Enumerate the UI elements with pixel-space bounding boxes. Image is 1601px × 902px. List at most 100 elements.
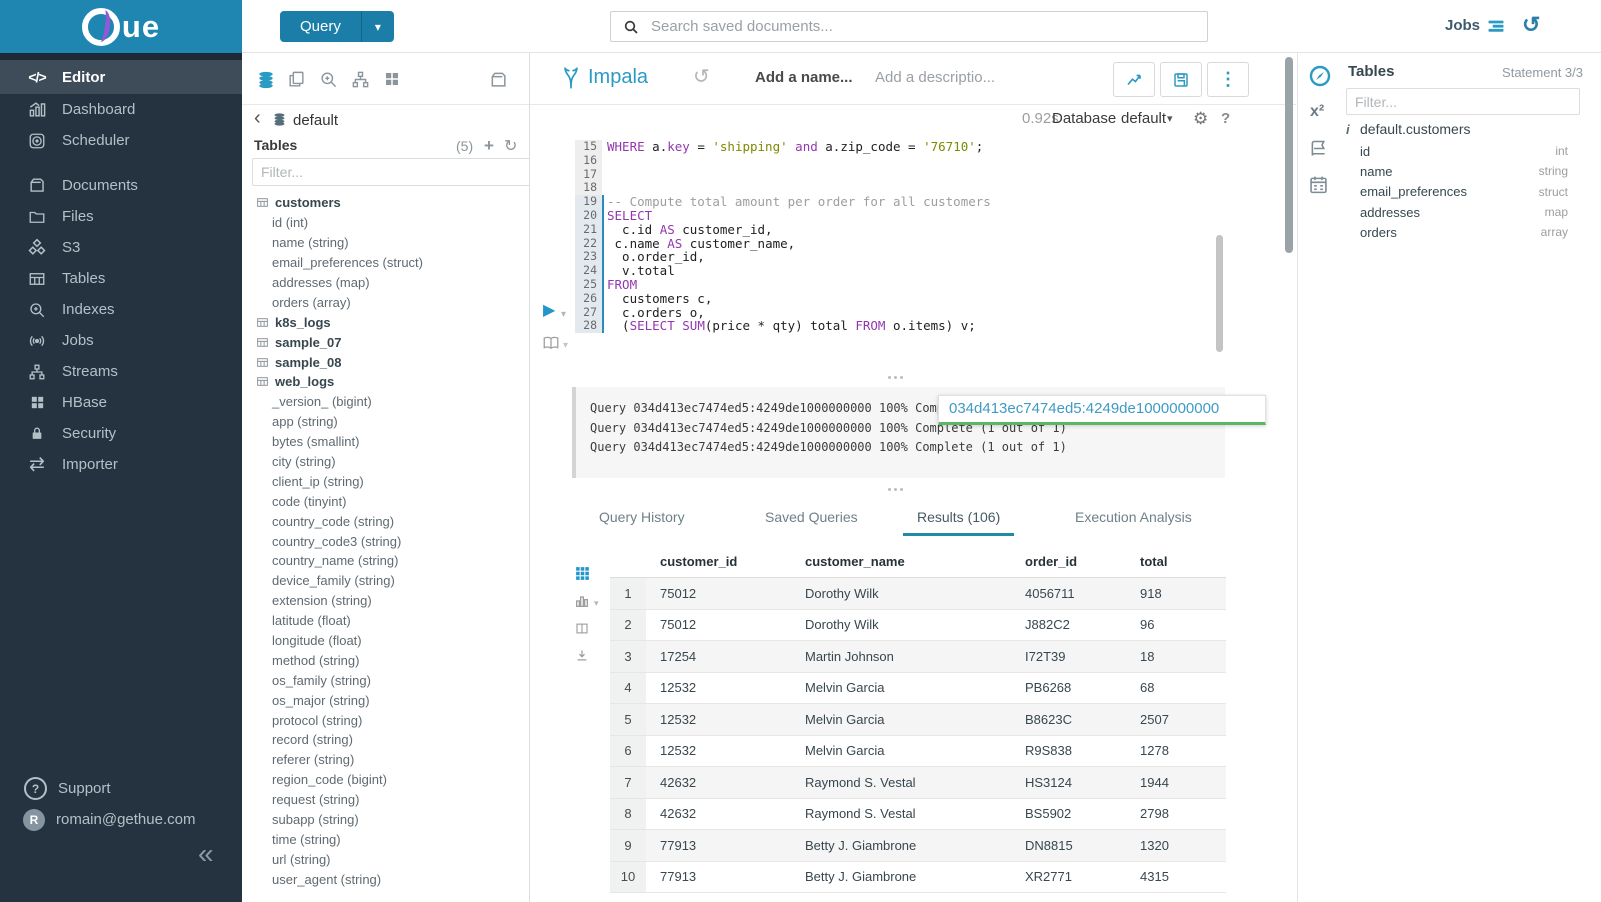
table-row[interactable]: 317254Martin JohnsonI72T3918	[610, 641, 1226, 673]
back-chevron-icon[interactable]: ‹	[254, 108, 261, 128]
database-selector[interactable]: default	[1121, 110, 1166, 127]
sidebar-item-streams[interactable]: Streams	[0, 356, 242, 387]
save-button[interactable]	[1160, 62, 1202, 97]
sidebar-item-security[interactable]: Security	[0, 418, 242, 449]
documents-assist-icon[interactable]	[287, 70, 306, 89]
sidebar-item-tables[interactable]: Tables	[0, 263, 242, 294]
execute-options-caret-icon[interactable]: ▾	[561, 309, 566, 320]
tree-column[interactable]: referer (string)	[242, 750, 529, 770]
tree-column[interactable]: name (string)	[242, 233, 529, 253]
user-account[interactable]: R romain@gethue.com	[0, 804, 242, 835]
add-table-icon[interactable]: +	[484, 136, 494, 156]
tab-saved-queries[interactable]: Saved Queries	[751, 505, 872, 533]
statement-indicator[interactable]: Statement 3/3	[1502, 65, 1583, 80]
tree-column[interactable]: _version_ (bigint)	[242, 392, 529, 412]
sidebar-item-files[interactable]: Files	[0, 201, 242, 232]
right-column-row[interactable]: ordersarray	[1346, 222, 1568, 242]
engine-title[interactable]: Impala	[588, 66, 648, 89]
database-caret-icon[interactable]: ▾	[1167, 112, 1173, 125]
language-reference-icon[interactable]	[1308, 138, 1329, 159]
breadcrumb-database[interactable]: default	[293, 112, 338, 129]
tree-column[interactable]: client_ip (string)	[242, 471, 529, 491]
collapse-sidebar-button[interactable]: «	[198, 840, 214, 868]
tree-column[interactable]: method (string)	[242, 650, 529, 670]
sitemap-assist-icon[interactable]	[351, 70, 370, 89]
presentation-caret-icon[interactable]: ▾	[563, 340, 568, 351]
tree-column[interactable]: time (string)	[242, 830, 529, 850]
sidebar-item-editor[interactable]: </>Editor	[0, 60, 242, 94]
code-editor[interactable]: WHERE a.key = 'shipping' and a.zip_code …	[607, 140, 1207, 333]
download-results-icon[interactable]	[574, 648, 590, 663]
tab-results-106-[interactable]: Results (106)	[903, 505, 1014, 536]
query-description-field[interactable]: Add a descriptio...	[875, 69, 995, 86]
query-caret-icon[interactable]: ▾	[361, 11, 394, 42]
tree-column[interactable]: id (int)	[242, 213, 529, 233]
right-column-row[interactable]: idint	[1346, 141, 1568, 161]
tree-table[interactable]: k8s_logs	[242, 312, 529, 332]
presentation-mode-icon[interactable]	[541, 334, 561, 352]
hue-logo[interactable]: ue	[0, 0, 242, 53]
table-row[interactable]: 742632Raymond S. VestalHS31241944	[610, 767, 1226, 799]
tree-column[interactable]: country_code3 (string)	[242, 531, 529, 551]
right-column-row[interactable]: addressesmap	[1346, 202, 1568, 222]
tree-column[interactable]: device_family (string)	[242, 571, 529, 591]
search-input[interactable]	[649, 17, 1207, 36]
table-row[interactable]: 1077913Betty J. GiambroneXR27714315	[610, 862, 1226, 894]
tree-column[interactable]: extension (string)	[242, 591, 529, 611]
code-scrollbar[interactable]	[1216, 235, 1223, 352]
query-id-tooltip[interactable]: 034d413ec7474ed5:4249de1000000000	[938, 395, 1266, 425]
editor-history-icon[interactable]: ↺	[693, 64, 710, 89]
table-row[interactable]: 842632Raymond S. VestalBS59022798	[610, 799, 1226, 831]
tree-column[interactable]: longitude (float)	[242, 631, 529, 651]
resize-handle[interactable]	[888, 376, 903, 379]
chart-view-icon[interactable]	[574, 593, 590, 609]
query-button[interactable]: Query ▾	[280, 11, 394, 42]
active-table-row[interactable]: i default.customers	[1346, 121, 1471, 137]
table-row[interactable]: 412532Melvin GarciaPB626868	[610, 673, 1226, 705]
tree-column[interactable]: email_preferences (struct)	[242, 253, 529, 273]
active-table-name[interactable]: default.customers	[1360, 121, 1471, 137]
tree-column[interactable]: os_family (string)	[242, 670, 529, 690]
more-options-button[interactable]: ⋮	[1207, 62, 1249, 97]
tab-execution-analysis[interactable]: Execution Analysis	[1061, 505, 1206, 533]
sidebar-item-s3[interactable]: S3	[0, 232, 242, 263]
tree-column[interactable]: country_code (string)	[242, 511, 529, 531]
tree-column[interactable]: bytes (smallint)	[242, 432, 529, 452]
table-row[interactable]: 175012Dorothy Wilk4056711918	[610, 578, 1226, 610]
table-row[interactable]: 977913Betty J. GiambroneDN88151320	[610, 830, 1226, 862]
table-row[interactable]: 275012Dorothy WilkJ882C296	[610, 610, 1226, 642]
sidebar-item-importer[interactable]: ⇄Importer	[0, 449, 242, 480]
tree-table[interactable]: sample_07	[242, 332, 529, 352]
main-scrollbar[interactable]	[1285, 57, 1293, 253]
search-plus-assist-icon[interactable]	[319, 70, 338, 89]
sidebar-item-jobs[interactable]: Jobs	[0, 325, 242, 356]
tree-table[interactable]: customers	[242, 193, 529, 213]
settings-gear-icon[interactable]: ⚙	[1193, 109, 1208, 129]
support-link[interactable]: ? Support	[0, 773, 242, 804]
table-row[interactable]: 512532Melvin GarciaB8623C2507	[610, 704, 1226, 736]
query-history-icon[interactable]: ↺	[1522, 12, 1540, 38]
tree-column[interactable]: user_agent (string)	[242, 869, 529, 889]
jobs-link[interactable]: Jobs	[1445, 17, 1480, 34]
tree-column[interactable]: url (string)	[242, 849, 529, 869]
tree-column[interactable]: region_code (bigint)	[242, 770, 529, 790]
columns-view-icon[interactable]	[574, 621, 590, 636]
schedule-calendar-icon[interactable]	[1308, 174, 1329, 195]
sidebar-item-dashboard[interactable]: Dashboard	[0, 94, 242, 125]
tables-filter-input[interactable]	[252, 158, 530, 186]
sidebar-item-hbase[interactable]: HBase	[0, 387, 242, 418]
assistant-compass-icon[interactable]	[1308, 64, 1332, 88]
tree-column[interactable]: code (tinyint)	[242, 491, 529, 511]
tree-column[interactable]: request (string)	[242, 790, 529, 810]
info-icon[interactable]: i	[1346, 122, 1360, 137]
apps-grid-icon[interactable]	[383, 70, 401, 88]
chart-view-caret-icon[interactable]: ▾	[594, 598, 599, 609]
tree-column[interactable]: os_major (string)	[242, 690, 529, 710]
right-filter-input[interactable]	[1346, 88, 1580, 115]
jobs-list-icon[interactable]	[1485, 16, 1507, 36]
refresh-tables-icon[interactable]: ↻	[504, 136, 517, 156]
functions-icon[interactable]: x²	[1310, 103, 1324, 121]
tree-column[interactable]: app (string)	[242, 412, 529, 432]
tree-column[interactable]: subapp (string)	[242, 810, 529, 830]
tree-table[interactable]: sample_08	[242, 352, 529, 372]
